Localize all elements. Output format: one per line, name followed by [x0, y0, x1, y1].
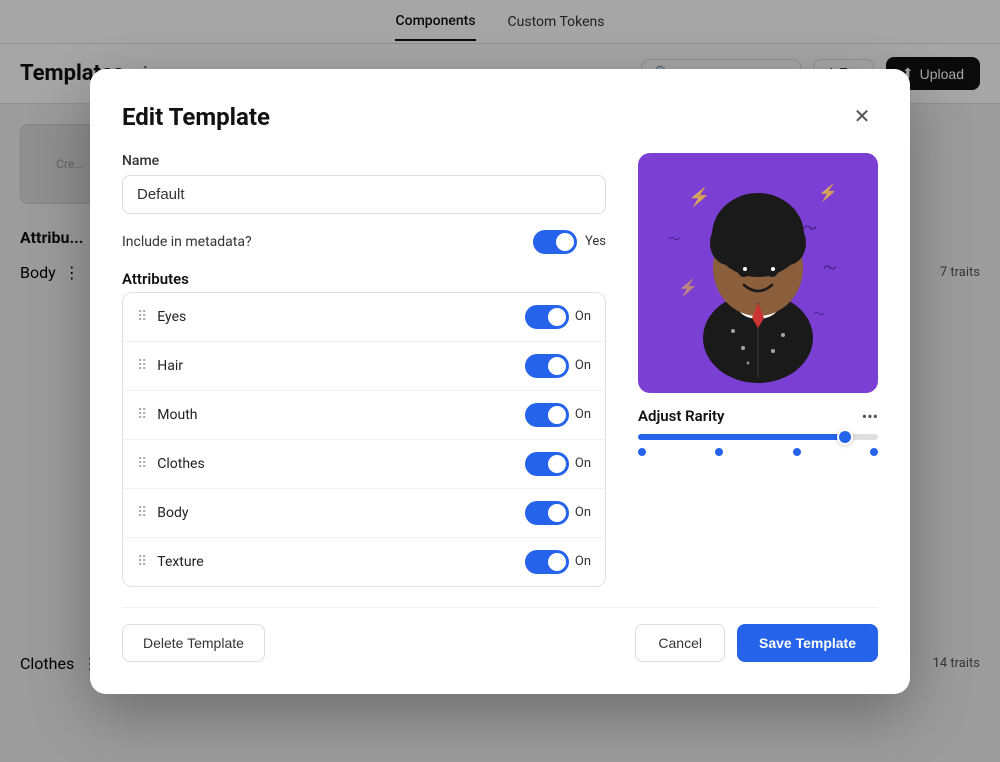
- attribute-name-hair: Hair: [157, 358, 525, 374]
- attribute-row-body: ⠿ Body On: [123, 489, 605, 538]
- drag-handle-hair[interactable]: ⠿: [137, 358, 147, 374]
- eyes-toggle-group[interactable]: On: [525, 305, 591, 329]
- modal-right-column: ⚡ ⚡ 〜 〜 〜 ⚡ 〜: [638, 153, 878, 587]
- cancel-button[interactable]: Cancel: [635, 624, 725, 662]
- name-field-label: Name: [122, 153, 606, 169]
- save-template-button[interactable]: Save Template: [737, 624, 878, 662]
- texture-toggle[interactable]: [525, 550, 569, 574]
- attribute-name-clothes: Clothes: [157, 456, 525, 472]
- rarity-dot-2: [715, 448, 723, 456]
- edit-template-modal: Edit Template ✕ Name Include in metadata…: [90, 69, 910, 694]
- svg-text:〜: 〜: [823, 261, 837, 277]
- name-input[interactable]: [122, 175, 606, 214]
- modal-header: Edit Template ✕: [122, 101, 878, 133]
- name-field-group: Name: [122, 153, 606, 214]
- metadata-toggle[interactable]: [533, 230, 577, 254]
- attribute-name-texture: Texture: [157, 554, 525, 570]
- character-svg: ⚡ ⚡ 〜 〜 〜 ⚡ 〜: [648, 163, 868, 383]
- texture-toggle-group[interactable]: On: [525, 550, 591, 574]
- attributes-list: ⠿ Eyes On ⠿ Hair On: [122, 292, 606, 587]
- drag-handle-body[interactable]: ⠿: [137, 505, 147, 521]
- rarity-dot-1: [638, 448, 646, 456]
- modal-left-column: Name Include in metadata? Yes Attributes: [122, 153, 606, 587]
- svg-text:〜: 〜: [803, 221, 817, 237]
- metadata-toggle-group[interactable]: Yes: [533, 230, 606, 254]
- attribute-name-eyes: Eyes: [157, 309, 525, 325]
- modal-body: Name Include in metadata? Yes Attributes: [122, 153, 878, 587]
- svg-text:〜: 〜: [813, 307, 825, 321]
- delete-template-button[interactable]: Delete Template: [122, 624, 265, 662]
- attribute-name-body: Body: [157, 505, 525, 521]
- attribute-row-texture: ⠿ Texture On: [123, 538, 605, 586]
- modal-overlay: Edit Template ✕ Name Include in metadata…: [0, 0, 1000, 762]
- svg-text:〜: 〜: [668, 232, 680, 246]
- svg-text:⚡: ⚡: [818, 183, 838, 202]
- attributes-title: Attributes: [122, 270, 606, 288]
- clothes-toggle-group[interactable]: On: [525, 452, 591, 476]
- eyes-toggle[interactable]: [525, 305, 569, 329]
- metadata-label: Include in metadata?: [122, 234, 252, 250]
- eyes-toggle-label: On: [575, 309, 591, 324]
- hair-toggle-group[interactable]: On: [525, 354, 591, 378]
- drag-handle-mouth[interactable]: ⠿: [137, 407, 147, 423]
- texture-toggle-label: On: [575, 554, 591, 569]
- body-toggle[interactable]: [525, 501, 569, 525]
- rarity-dots: [638, 448, 878, 456]
- attribute-row-hair: ⠿ Hair On: [123, 342, 605, 391]
- metadata-toggle-label: Yes: [585, 234, 606, 249]
- svg-text:⚡: ⚡: [678, 278, 698, 297]
- drag-handle-clothes[interactable]: ⠿: [137, 456, 147, 472]
- hair-toggle-label: On: [575, 358, 591, 373]
- rarity-section: Adjust Rarity •••: [638, 407, 878, 456]
- body-toggle-label: On: [575, 505, 591, 520]
- rarity-slider-thumb[interactable]: [837, 429, 853, 445]
- mouth-toggle[interactable]: [525, 403, 569, 427]
- modal-title: Edit Template: [122, 103, 270, 131]
- close-icon: ✕: [854, 104, 871, 129]
- rarity-header: Adjust Rarity •••: [638, 407, 878, 426]
- drag-handle-texture[interactable]: ⠿: [137, 554, 147, 570]
- rarity-more-icon[interactable]: •••: [862, 407, 878, 426]
- rarity-dot-4: [870, 448, 878, 456]
- rarity-slider-track[interactable]: [638, 434, 878, 440]
- mouth-toggle-group[interactable]: On: [525, 403, 591, 427]
- mouth-toggle-label: On: [575, 407, 591, 422]
- character-preview: ⚡ ⚡ 〜 〜 〜 ⚡ 〜: [638, 153, 878, 393]
- svg-text:⚡: ⚡: [688, 186, 710, 208]
- attribute-name-mouth: Mouth: [157, 407, 525, 423]
- attribute-row-mouth: ⠿ Mouth On: [123, 391, 605, 440]
- modal-footer: Delete Template Cancel Save Template: [122, 607, 878, 662]
- attribute-row-eyes: ⠿ Eyes On: [123, 293, 605, 342]
- clothes-toggle[interactable]: [525, 452, 569, 476]
- rarity-slider-fill: [638, 434, 842, 440]
- clothes-toggle-label: On: [575, 456, 591, 471]
- metadata-row: Include in metadata? Yes: [122, 230, 606, 254]
- attributes-section: Attributes ⠿ Eyes On ⠿: [122, 270, 606, 587]
- drag-handle-eyes[interactable]: ⠿: [137, 309, 147, 325]
- attribute-row-clothes: ⠿ Clothes On: [123, 440, 605, 489]
- hair-toggle[interactable]: [525, 354, 569, 378]
- rarity-dot-3: [793, 448, 801, 456]
- rarity-title: Adjust Rarity: [638, 407, 725, 425]
- close-modal-button[interactable]: ✕: [846, 101, 878, 133]
- footer-right-buttons: Cancel Save Template: [635, 624, 878, 662]
- body-toggle-group[interactable]: On: [525, 501, 591, 525]
